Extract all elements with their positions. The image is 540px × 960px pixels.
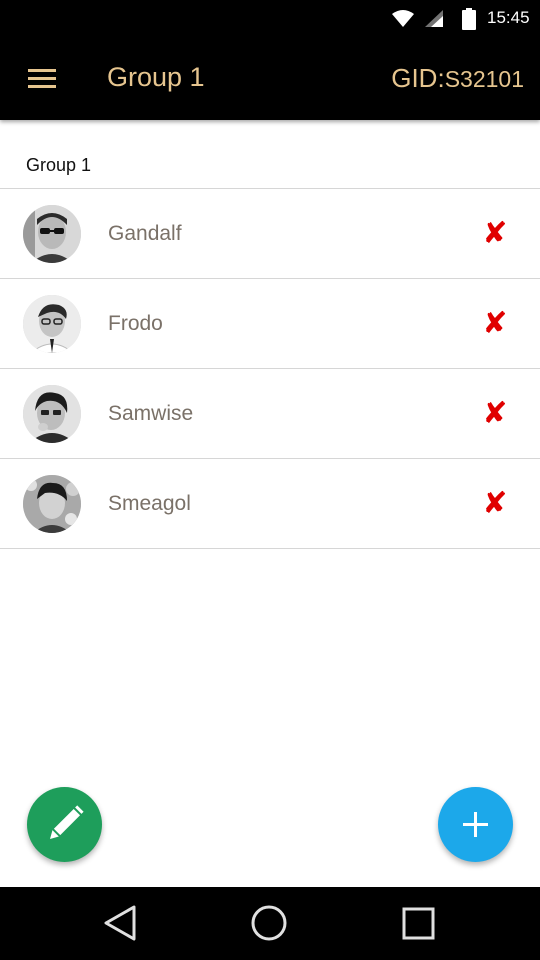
member-name: Smeagol xyxy=(108,492,191,515)
screen: 15:45 Group 1 GID:S32101 Group 1 Gandalf… xyxy=(0,0,540,960)
hamburger-menu-icon[interactable] xyxy=(22,62,62,96)
remove-member-button[interactable]: ✘ xyxy=(478,397,512,431)
section-title: Group 1 xyxy=(26,155,92,175)
app-bar: Group 1 GID:S32101 xyxy=(0,38,540,120)
list-item[interactable]: Smeagol ✘ xyxy=(0,459,540,549)
group-id: GID:S32101 xyxy=(391,63,524,94)
remove-member-button[interactable]: ✘ xyxy=(478,487,512,521)
list-item[interactable]: Samwise ✘ xyxy=(0,369,540,459)
list-item[interactable]: Frodo ✘ xyxy=(0,279,540,369)
cell-signal-icon xyxy=(425,10,443,27)
battery-icon xyxy=(462,8,476,30)
member-name: Samwise xyxy=(108,402,194,425)
remove-member-button[interactable]: ✘ xyxy=(478,307,512,341)
member-name: Frodo xyxy=(108,312,163,335)
status-time: 15:45 xyxy=(487,8,530,27)
add-member-button[interactable] xyxy=(438,787,513,862)
avatar xyxy=(23,385,81,443)
group-id-value: S32101 xyxy=(444,66,524,92)
plus-icon xyxy=(463,812,488,837)
avatar xyxy=(23,475,81,533)
avatar xyxy=(23,295,81,353)
status-bar: 15:45 xyxy=(0,0,540,38)
list-item[interactable]: Gandalf ✘ xyxy=(0,189,540,279)
recent-apps-icon[interactable] xyxy=(378,887,458,960)
back-icon[interactable] xyxy=(80,887,160,960)
page-title: Group 1 xyxy=(107,62,205,92)
member-name: Gandalf xyxy=(108,222,182,245)
group-id-label: GID: xyxy=(391,63,445,93)
home-icon[interactable] xyxy=(229,887,309,960)
edit-group-button[interactable] xyxy=(27,787,102,862)
member-list: Gandalf ✘ Frodo ✘ Samwise ✘ Smeagol ✘ xyxy=(0,188,540,549)
navigation-bar xyxy=(0,887,540,960)
remove-member-button[interactable]: ✘ xyxy=(478,217,512,251)
wifi-icon xyxy=(392,10,414,27)
pencil-icon xyxy=(50,805,84,839)
avatar xyxy=(23,205,81,263)
